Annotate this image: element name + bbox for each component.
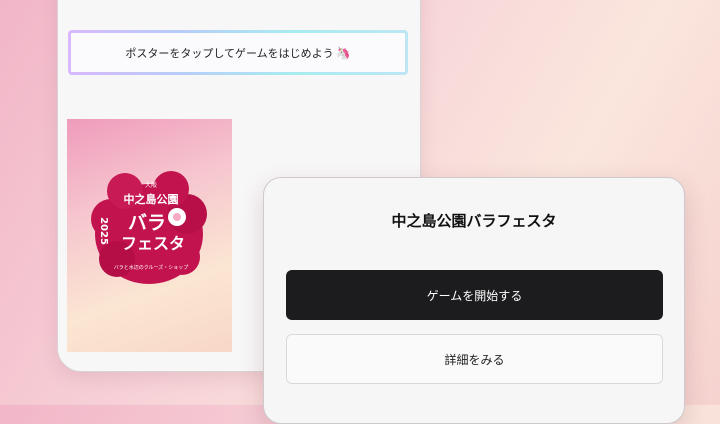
banner-text: ポスターをタップしてゲームをはじめよう (125, 46, 334, 60)
details-button[interactable]: 詳細をみる (286, 334, 663, 384)
card-title: 中之島公園バラフェスタ (391, 212, 557, 230)
poster-title-line3: フェスタ (121, 234, 185, 253)
poster-title-line2: バラ (128, 212, 166, 234)
flower-icon (168, 208, 186, 226)
poster-subtitle: バラと水辺のクルーズ・ショップ (114, 264, 189, 271)
poster-logo: 大阪 (145, 181, 157, 189)
start-game-button[interactable]: ゲームを開始する (286, 270, 663, 320)
unicorn-icon: 🦄 (335, 45, 351, 60)
poster-year: 2025 (98, 217, 109, 245)
poster-artwork: 大阪 中之島公園 2025 バラ フェスタ バラと水辺のクルーズ・ショップ (91, 171, 207, 284)
poster-title-line1: 中之島公園 (124, 192, 179, 206)
event-poster[interactable]: 大阪 中之島公園 2025 バラ フェスタ バラと水辺のクルーズ・ショップ (67, 119, 232, 352)
game-start-card: 中之島公園バラフェスタ ゲームを開始する 詳細をみる (263, 177, 685, 424)
instruction-banner: ポスターをタップしてゲームをはじめよう 🦄 (68, 30, 408, 75)
